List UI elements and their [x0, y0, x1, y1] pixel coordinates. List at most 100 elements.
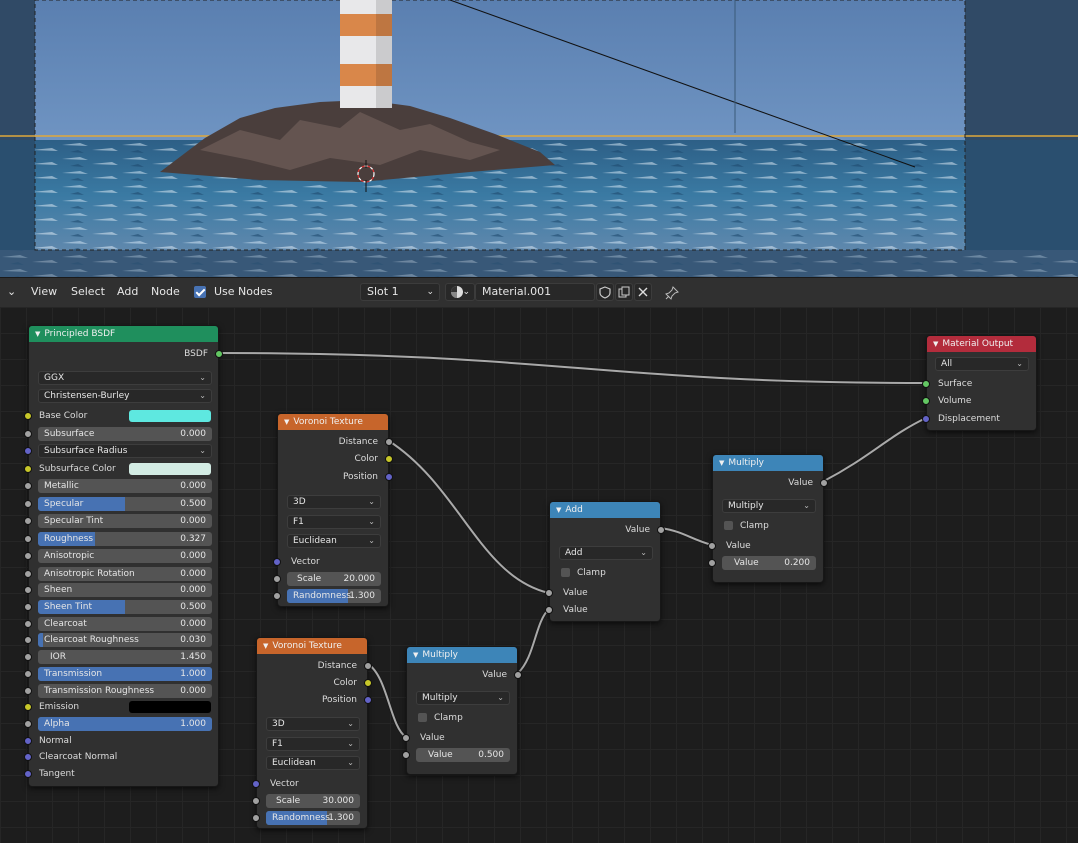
socket-icon[interactable] [364, 679, 372, 687]
specular-tint-field[interactable]: Specular Tint 0.000 [24, 514, 218, 528]
socket-icon[interactable] [402, 734, 410, 742]
clearcoat-field[interactable]: Clearcoat 0.000 [24, 617, 218, 631]
operation-dropdown[interactable]: Add ⌄ [550, 546, 660, 560]
slider-box[interactable]: IOR 1.450 [38, 650, 212, 664]
socket-output[interactable] [215, 350, 223, 358]
socket-icon[interactable] [24, 482, 32, 490]
node-title[interactable]: ▼ Add [550, 502, 660, 518]
checkbox-box[interactable] [418, 713, 427, 722]
socket-icon[interactable] [922, 380, 930, 388]
operation-dropdown[interactable]: Multiply ⌄ [407, 691, 517, 705]
ior-field[interactable]: IOR 1.450 [24, 650, 218, 664]
node-multiply-2[interactable]: ▼ Multiply Value Multiply ⌄ Clamp Value Va… [708, 454, 828, 583]
socket-icon[interactable] [24, 586, 32, 594]
material-browse-button[interactable]: ⌄ [445, 283, 475, 301]
socket-icon[interactable] [252, 797, 260, 805]
slider-box[interactable]: Specular Tint 0.000 [38, 514, 212, 528]
dropdown-box[interactable]: GGX ⌄ [38, 371, 212, 385]
socket-icon[interactable] [273, 575, 281, 583]
node-voronoi-texture-2[interactable]: ▼ Voronoi Texture Distance Color Position… [252, 637, 372, 829]
socket-icon[interactable] [545, 606, 553, 614]
socket-icon[interactable] [708, 559, 716, 567]
socket-icon[interactable] [273, 558, 281, 566]
socket-icon[interactable] [922, 397, 930, 405]
menu-add[interactable]: Add [117, 285, 138, 299]
use-nodes-checkbox[interactable] [194, 286, 206, 298]
feature-dropdown[interactable]: F1 ⌄ [278, 515, 388, 529]
emission-color-swatch[interactable] [129, 701, 211, 713]
dropdown-box[interactable]: 3D ⌄ [287, 495, 381, 509]
menu-node[interactable]: Node [151, 285, 180, 299]
node-title[interactable]: ▼ Principled BSDF [29, 326, 218, 342]
emission-row[interactable]: Emission [24, 700, 218, 714]
specular-field[interactable]: Specular 0.500 [24, 497, 218, 511]
subsurface-field[interactable]: Subsurface 0.000 [24, 427, 218, 441]
slider-box[interactable]: Transmission Roughness 0.000 [38, 684, 212, 698]
scale-field[interactable]: Scale 30.000 [252, 794, 367, 808]
clearcoat-roughness-field[interactable]: Clearcoat Roughness 0.030 [24, 633, 218, 647]
socket-icon[interactable] [24, 465, 32, 473]
slider-box[interactable]: Specular 0.500 [38, 497, 212, 511]
roughness-field[interactable]: Roughness 0.327 [24, 532, 218, 546]
base-color-row[interactable]: Base Color [24, 409, 218, 423]
checkbox-box[interactable] [561, 568, 570, 577]
clamp-checkbox[interactable]: Clamp [407, 711, 517, 725]
slot-dropdown[interactable]: Slot 1 ⌄ [360, 283, 440, 301]
socket-icon[interactable] [402, 751, 410, 759]
subsurface-color-swatch[interactable] [129, 463, 211, 475]
value-field[interactable]: Value 0.200 [708, 556, 823, 570]
unlink-material-button[interactable] [634, 283, 652, 301]
anisotropic-rotation-field[interactable]: Anisotropic Rotation 0.000 [24, 567, 218, 581]
node-title[interactable]: ▼ Material Output [927, 336, 1036, 352]
socket-icon[interactable] [24, 636, 32, 644]
node-title[interactable]: ▼ Multiply [713, 455, 823, 471]
menu-view[interactable]: View [31, 285, 57, 299]
socket-icon[interactable] [657, 526, 665, 534]
socket-icon[interactable] [252, 814, 260, 822]
dropdown-box[interactable]: Multiply ⌄ [416, 691, 510, 705]
socket-icon[interactable] [24, 737, 32, 745]
socket-icon[interactable] [364, 696, 372, 704]
clamp-checkbox[interactable]: Clamp [550, 566, 660, 580]
subsurface-method-dropdown[interactable]: Christensen-Burley ⌄ [29, 389, 218, 403]
slider-box[interactable]: Anisotropic 0.000 [38, 549, 212, 563]
dropdown-box[interactable]: Christensen-Burley ⌄ [38, 389, 212, 403]
dropdown-box[interactable]: 3D ⌄ [266, 717, 360, 731]
pin-icon[interactable] [664, 285, 680, 301]
socket-icon[interactable] [708, 542, 716, 550]
socket-icon[interactable] [385, 473, 393, 481]
socket-icon[interactable] [24, 687, 32, 695]
sheen-tint-field[interactable]: Sheen Tint 0.500 [24, 600, 218, 614]
socket-icon[interactable] [24, 570, 32, 578]
alpha-field[interactable]: Alpha 1.000 [24, 717, 218, 731]
socket-icon[interactable] [24, 430, 32, 438]
socket-icon[interactable] [24, 670, 32, 678]
dropdown-box[interactable]: Subsurface Radius ⌄ [38, 444, 212, 458]
socket-icon[interactable] [252, 780, 260, 788]
clamp-checkbox[interactable]: Clamp [713, 519, 823, 533]
socket-icon[interactable] [820, 479, 828, 487]
slider-box[interactable]: Randomness 1.300 [287, 589, 381, 603]
scale-field[interactable]: Scale 20.000 [273, 572, 388, 586]
socket-icon[interactable] [24, 447, 32, 455]
dropdown-box[interactable]: F1 ⌄ [287, 515, 381, 529]
socket-icon[interactable] [24, 720, 32, 728]
slider-box[interactable]: Subsurface 0.000 [38, 427, 212, 441]
socket-icon[interactable] [24, 535, 32, 543]
slider-box[interactable]: Randomness 1.300 [266, 811, 360, 825]
socket-icon[interactable] [364, 662, 372, 670]
value-field[interactable]: Value 0.500 [402, 748, 517, 762]
socket-icon[interactable] [24, 770, 32, 778]
slider-box[interactable]: Sheen Tint 0.500 [38, 600, 212, 614]
target-dropdown[interactable]: All ⌄ [927, 357, 1036, 371]
slider-box[interactable]: Anisotropic Rotation 0.000 [38, 567, 212, 581]
socket-icon[interactable] [24, 517, 32, 525]
randomness-field[interactable]: Randomness 1.300 [273, 589, 388, 603]
menu-select[interactable]: Select [71, 285, 105, 299]
node-multiply-1[interactable]: ▼ Multiply Value Multiply ⌄ Clamp Value Va… [402, 646, 522, 775]
slider-box[interactable]: Scale 30.000 [266, 794, 360, 808]
dimensions-dropdown[interactable]: 3D ⌄ [257, 717, 367, 731]
slider-box[interactable]: Scale 20.000 [287, 572, 381, 586]
slider-box[interactable]: Value 0.200 [722, 556, 816, 570]
slider-box[interactable]: Metallic 0.000 [38, 479, 212, 493]
